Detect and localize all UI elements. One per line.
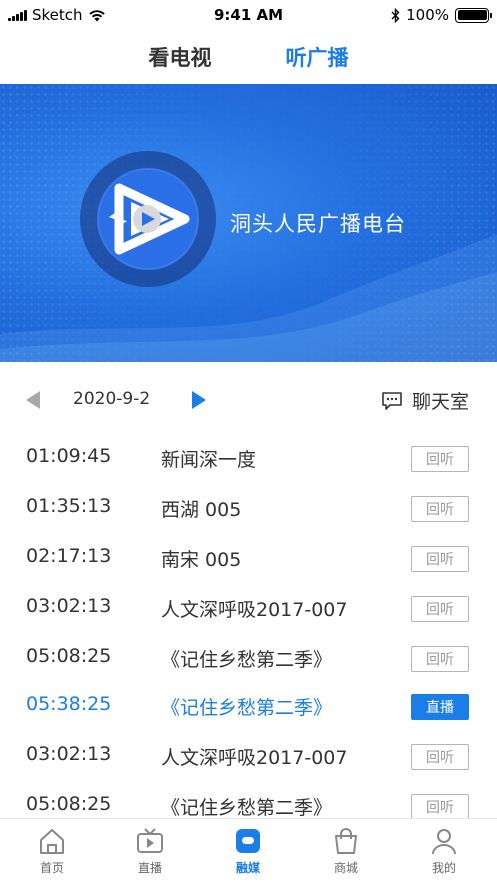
replay-button[interactable]: 回听: [411, 596, 469, 622]
media-icon: [236, 829, 260, 853]
program-time: 03:02:13: [26, 595, 112, 617]
station-banner: 洞头人民广播电台: [0, 84, 497, 362]
nav-live-label: 直播: [137, 861, 162, 875]
program-title: 《记住乡愁第二季》: [161, 649, 333, 671]
tv-icon: [137, 828, 163, 853]
profile-icon: [432, 829, 456, 855]
tab-watch-tv[interactable]: 看电视: [149, 42, 212, 72]
replay-button[interactable]: 回听: [411, 446, 469, 472]
station-name: 洞头人民广播电台: [230, 212, 406, 236]
program-title: 人文深呼吸2017-007: [161, 599, 348, 621]
chat-room-label: 聊天室: [411, 391, 469, 413]
chat-room-button[interactable]: 聊天室: [381, 387, 469, 414]
home-icon: [40, 829, 64, 854]
battery-percent: 100%: [406, 6, 449, 24]
program-row[interactable]: 01:35:13 西湖 005 回听: [0, 483, 497, 533]
nav-shop-label: 商城: [333, 861, 358, 875]
program-time: 05:08:25: [26, 793, 112, 815]
program-time: 01:35:13: [26, 495, 112, 517]
nav-shop[interactable]: 商城: [316, 827, 376, 876]
nav-profile[interactable]: 我的: [414, 827, 474, 876]
program-title: 西湖 005: [161, 499, 242, 521]
battery-icon: [455, 7, 492, 23]
date-navigation: 2020-9-2 聊天室: [0, 384, 497, 416]
prev-day-arrow-icon[interactable]: [26, 391, 40, 409]
tab-listen-radio[interactable]: 听广播: [286, 42, 349, 72]
status-bar: Sketch 9:41 AM 100%: [0, 0, 497, 30]
status-bar-right: 100%: [391, 6, 492, 24]
top-tab-bar: 看电视 听广播: [0, 30, 497, 84]
program-title: 新闻深一度: [161, 449, 257, 471]
replay-button[interactable]: 回听: [411, 794, 469, 820]
nav-live[interactable]: 直播: [120, 827, 180, 876]
nav-profile-label: 我的: [431, 861, 456, 875]
current-date: 2020-9-2: [73, 389, 151, 409]
replay-button[interactable]: 回听: [411, 744, 469, 770]
program-time: 01:09:45: [26, 445, 112, 467]
bluetooth-icon: [391, 7, 400, 23]
program-title: 《记住乡愁第二季》: [161, 697, 333, 719]
program-row[interactable]: 03:02:13 人文深呼吸2017-007 回听: [0, 583, 497, 633]
program-title: 人文深呼吸2017-007: [161, 747, 348, 769]
program-time: 05:38:25: [26, 693, 112, 715]
chat-bubble-icon: [382, 391, 402, 410]
nav-media[interactable]: 融媒: [218, 827, 278, 876]
program-time: 05:08:25: [26, 645, 112, 667]
next-day-arrow-icon[interactable]: [192, 391, 206, 409]
bottom-navigation: 首页 直播 融媒 商城 我的: [0, 818, 497, 883]
program-row-live[interactable]: 05:38:25 《记住乡愁第二季》 直播: [0, 681, 497, 731]
program-time: 02:17:13: [26, 545, 112, 567]
program-row[interactable]: 05:08:25 《记住乡愁第二季》 回听: [0, 633, 497, 683]
shop-icon: [335, 828, 357, 854]
nav-home[interactable]: 首页: [22, 827, 82, 876]
program-time: 03:02:13: [26, 743, 112, 765]
replay-button[interactable]: 回听: [411, 646, 469, 672]
replay-button[interactable]: 回听: [411, 496, 469, 522]
program-row[interactable]: 02:17:13 南宋 005 回听: [0, 533, 497, 583]
live-button[interactable]: 直播: [411, 694, 469, 720]
replay-button[interactable]: 回听: [411, 546, 469, 572]
program-title: 南宋 005: [161, 549, 242, 571]
nav-media-label: 融媒: [235, 861, 260, 875]
station-logo-icon: [97, 168, 199, 270]
program-row[interactable]: 03:02:13 人文深呼吸2017-007 回听: [0, 731, 497, 781]
program-row[interactable]: 01:09:45 新闻深一度 回听: [0, 433, 497, 483]
nav-home-label: 首页: [39, 861, 64, 875]
program-title: 《记住乡愁第二季》: [161, 797, 333, 819]
